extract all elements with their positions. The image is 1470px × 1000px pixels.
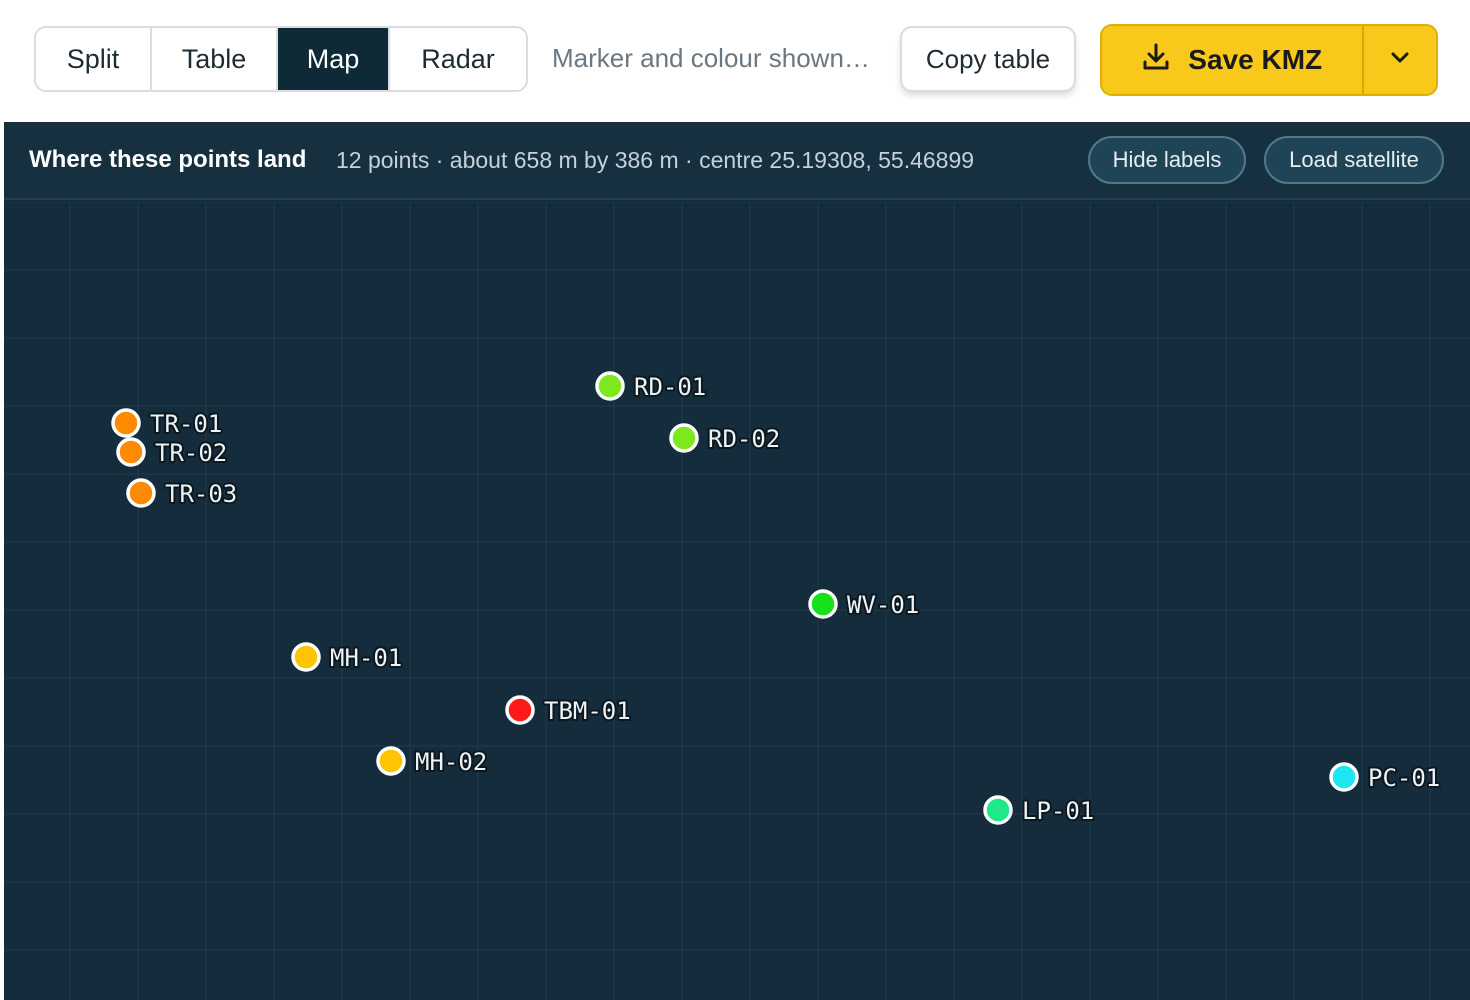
map-marker-label: WV-01 bbox=[847, 591, 919, 619]
map-svg: TR-01TR-02 TR-03 RD-01RD-02 WV-01 MH-01 TBM-0… bbox=[4, 202, 1470, 1000]
map-panel: Where these points land 12 points · abou… bbox=[4, 122, 1470, 1000]
map-marker-label: TR-03 bbox=[165, 480, 237, 508]
map-marker[interactable]: TR-01 bbox=[111, 408, 224, 440]
map-panel-title: Where these points land bbox=[29, 146, 307, 173]
map-marker-label: TR-01 bbox=[150, 410, 222, 438]
map-marker-dot[interactable] bbox=[1329, 762, 1359, 792]
map-marker-dot[interactable] bbox=[983, 795, 1013, 825]
map-marker-label: MH-02 bbox=[415, 748, 487, 776]
save-kmz-split-button: Save KMZ bbox=[1100, 24, 1438, 96]
map-marker-dot[interactable] bbox=[595, 371, 625, 401]
marker-colour-hint: Marker and colour shown… bbox=[552, 43, 870, 73]
map-canvas[interactable]: TR-01 TR-02 TR-03 RD-01 RD-02 WV-01 MH-01 TBM-0… bbox=[4, 202, 1470, 1000]
map-grid bbox=[4, 202, 1470, 1000]
map-marker[interactable]: TBM-01 bbox=[505, 695, 633, 727]
map-marker-dot[interactable] bbox=[126, 478, 156, 508]
map-marker-dot[interactable] bbox=[505, 695, 535, 725]
chevron-down-icon bbox=[1390, 51, 1410, 70]
view-switcher: Split Table Map Radar bbox=[34, 26, 528, 92]
map-marker-dot[interactable] bbox=[116, 437, 146, 467]
map-marker-label: LP-01 bbox=[1022, 797, 1094, 825]
map-marker-label: TR-02 bbox=[155, 439, 227, 467]
map-marker-dot[interactable] bbox=[291, 642, 321, 672]
map-marker-label: RD-01 bbox=[634, 373, 706, 401]
map-panel-summary: 12 points · about 658 m by 386 m · centr… bbox=[336, 147, 975, 173]
map-panel-header: Where these points land 12 points · abou… bbox=[4, 122, 1470, 200]
copy-table-button[interactable]: Copy table bbox=[900, 26, 1076, 92]
map-marker[interactable]: PC-01 bbox=[1329, 762, 1442, 794]
save-options-dropdown[interactable] bbox=[1362, 26, 1436, 94]
map-marker-dot[interactable] bbox=[808, 589, 838, 619]
map-marker[interactable]: MH-01 bbox=[291, 642, 404, 674]
hide-labels-button[interactable]: Hide labels bbox=[1088, 136, 1246, 184]
map-marker-label: PC-01 bbox=[1368, 764, 1440, 792]
map-marker-dot[interactable] bbox=[111, 408, 141, 438]
download-icon bbox=[1142, 42, 1170, 79]
map-marker[interactable]: RD-01 bbox=[595, 371, 708, 403]
tab-table[interactable]: Table bbox=[152, 28, 278, 90]
map-marker[interactable]: LP-01 bbox=[983, 795, 1096, 827]
tab-split[interactable]: Split bbox=[36, 28, 152, 90]
tab-radar[interactable]: Radar bbox=[390, 28, 526, 90]
tab-map[interactable]: Map bbox=[278, 28, 390, 90]
map-marker-dot[interactable] bbox=[669, 423, 699, 453]
save-kmz-button[interactable]: Save KMZ bbox=[1102, 26, 1362, 94]
map-marker[interactable]: WV-01 bbox=[808, 589, 921, 621]
toolbar: Split Table Map Radar Marker and colour … bbox=[0, 0, 1470, 118]
map-marker[interactable]: RD-02 bbox=[669, 423, 782, 455]
load-satellite-button[interactable]: Load satellite bbox=[1264, 136, 1444, 184]
map-marker[interactable]: TR-03 bbox=[126, 478, 239, 510]
map-marker-label: RD-02 bbox=[708, 425, 780, 453]
save-kmz-label: Save KMZ bbox=[1188, 44, 1323, 75]
map-marker-dot[interactable] bbox=[376, 746, 406, 776]
map-marker[interactable]: TR-02 bbox=[116, 437, 229, 469]
map-marker[interactable]: MH-02 bbox=[376, 746, 489, 778]
map-marker-label: TBM-01 bbox=[544, 697, 631, 725]
map-marker-label: MH-01 bbox=[330, 644, 402, 672]
